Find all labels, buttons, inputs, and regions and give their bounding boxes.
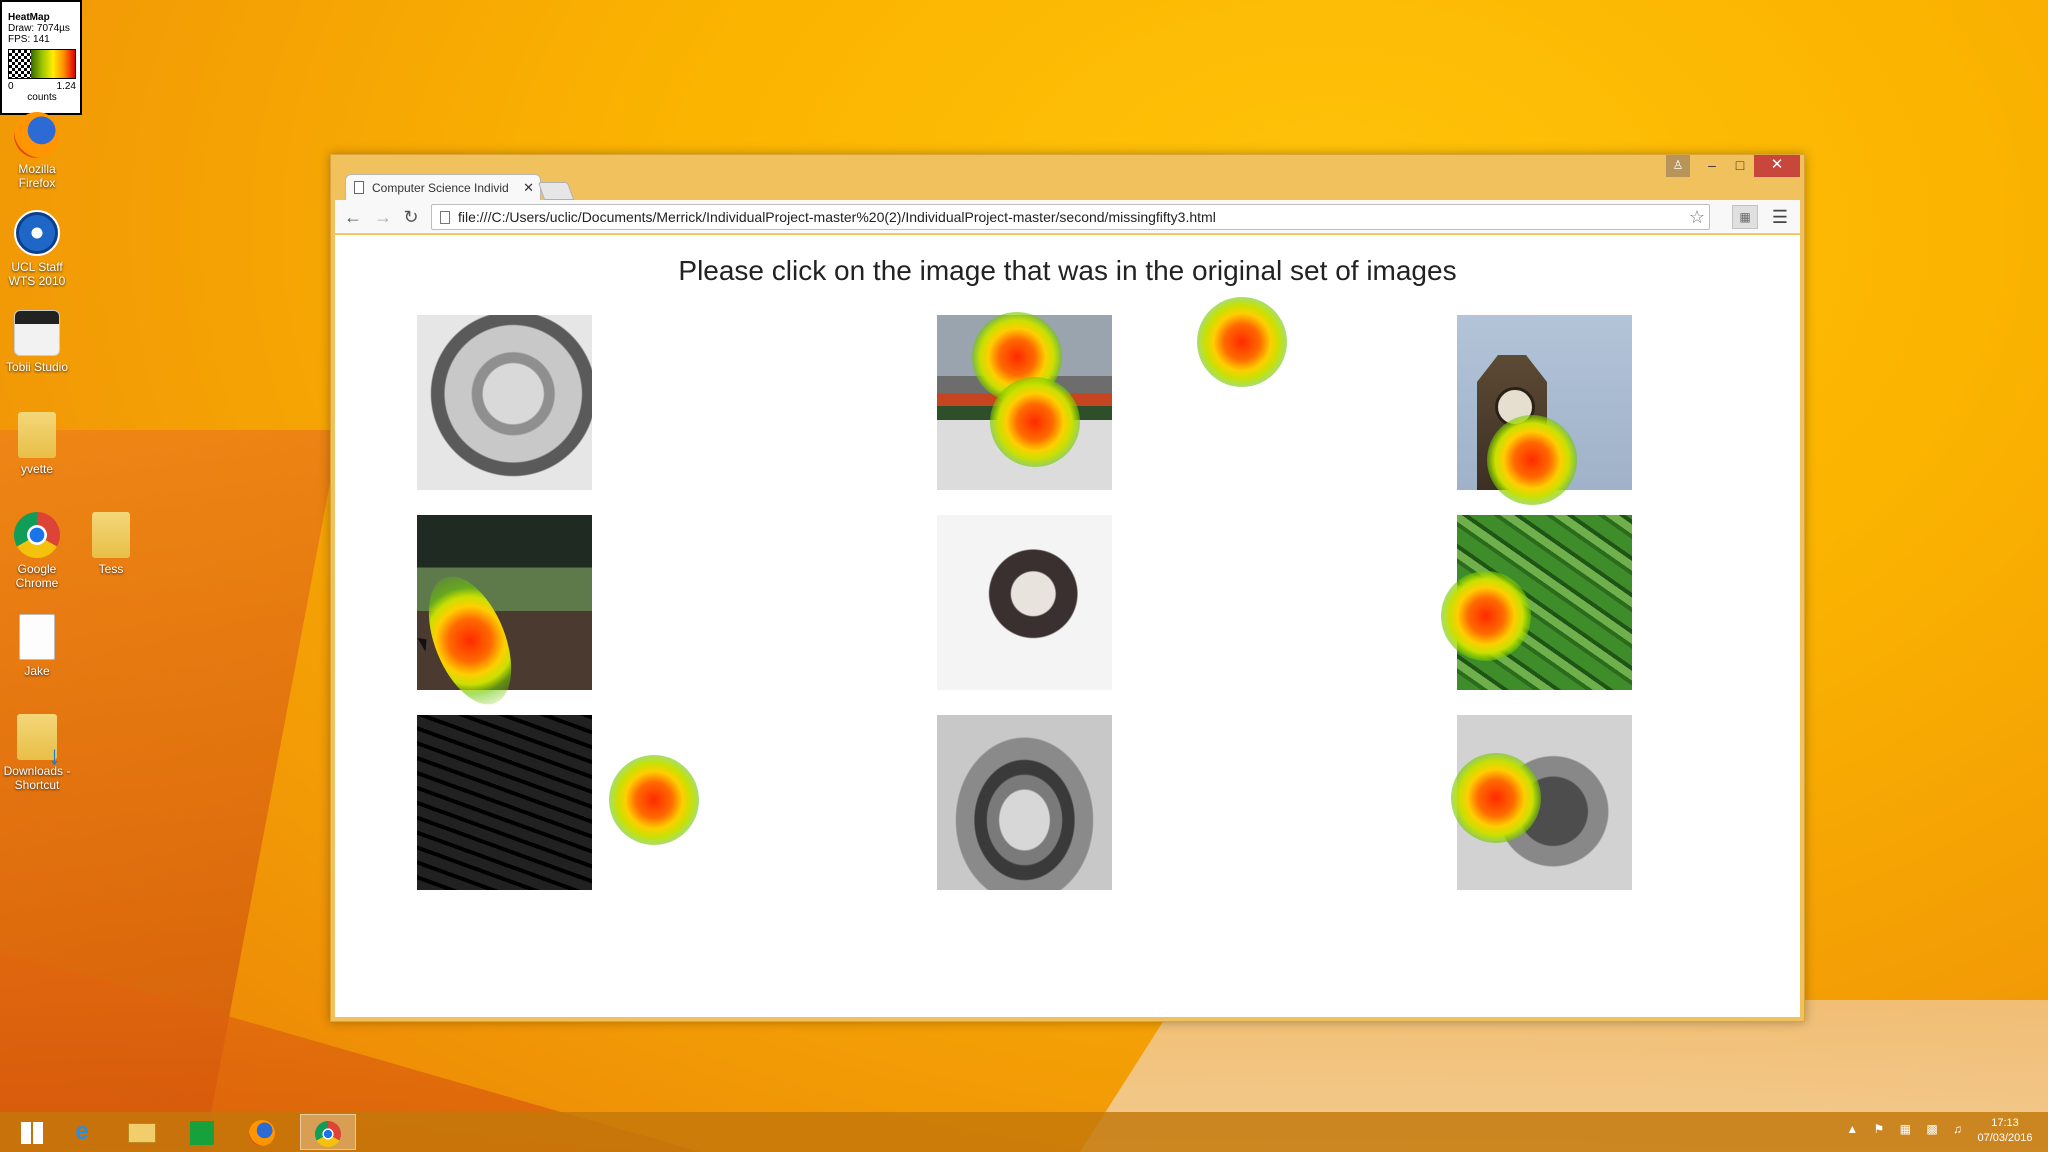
desktop-icon-label: Tess	[98, 562, 124, 576]
page-icon	[440, 211, 450, 224]
menu-icon[interactable]: ☰	[1768, 205, 1792, 229]
desktop-icon-label: Google Chrome	[15, 562, 59, 590]
page-heading: Please click on the image that was in th…	[678, 255, 1457, 286]
heatmap-draw-time: Draw: 7074µs	[8, 23, 70, 34]
heatmap-max: 1.24	[56, 81, 76, 92]
desktop-icon-jake[interactable]: Jake	[0, 614, 74, 678]
firefox-icon	[249, 1119, 275, 1146]
taskbar-internet-explorer[interactable]: e	[54, 1114, 110, 1150]
minimize-button[interactable]: –	[1698, 155, 1726, 177]
heatmap-gradient	[31, 50, 75, 78]
heatmap-fixation	[1197, 297, 1287, 387]
heatmap-legend: HeatMap Draw: 7074µs FPS: 141 0 1.24 cou…	[0, 0, 82, 115]
desktop-icon-yvette[interactable]: yvette	[0, 412, 74, 476]
tab-title: Computer Science Individ	[372, 181, 509, 195]
user-profile-icon[interactable]: ♙	[1666, 155, 1690, 177]
heatmap-fixation	[609, 755, 699, 845]
taskbar-clock[interactable]: 17:13 07/03/2016	[1970, 1116, 2040, 1146]
close-button[interactable]: ✕	[1754, 155, 1800, 177]
chrome-icon	[315, 1120, 341, 1147]
extension-icon[interactable]: ▦	[1732, 205, 1758, 229]
address-bar[interactable]: file:///C:/Users/uclic/Documents/Merrick…	[431, 204, 1710, 230]
taskbar-firefox[interactable]	[234, 1114, 290, 1150]
image-option-food[interactable]	[937, 715, 1112, 890]
back-icon[interactable]: ←	[341, 205, 365, 229]
maximize-button[interactable]: □	[1726, 155, 1754, 177]
desktop-icon-label: Jake	[24, 664, 50, 678]
desktop-icon-label: yvette	[20, 462, 53, 476]
taskbar-file-explorer[interactable]	[114, 1114, 170, 1150]
internet-explorer-icon: e	[75, 1118, 89, 1145]
reload-icon[interactable]: ↻	[399, 205, 423, 229]
heatmap-fps: FPS: 141	[8, 34, 50, 45]
start-icon	[21, 1121, 43, 1144]
heatmap-fixation	[1451, 753, 1541, 843]
desktop-icon-label: Mozilla Firefox	[18, 162, 56, 190]
clock-time: 17:13	[1991, 1117, 2019, 1129]
taskbar-store[interactable]	[174, 1114, 230, 1150]
heatmap-fixation	[1441, 571, 1531, 661]
window-controls: ♙ – □ ✕	[1666, 155, 1800, 177]
heatmap-min: 0	[8, 81, 14, 92]
document-icon	[19, 614, 55, 660]
taskbar: e ▲ ⚑ ▦ ▩ ♫ 17:13 07/03/2016	[0, 1112, 2048, 1152]
desktop-icon-tess[interactable]: Tess	[74, 512, 148, 576]
taskbar-chrome[interactable]	[300, 1114, 356, 1150]
firefox-icon	[14, 112, 60, 158]
url-text: file:///C:/Users/uclic/Documents/Merrick…	[458, 209, 1216, 225]
image-option-keyboard[interactable]	[417, 715, 592, 890]
folder-icon	[92, 512, 130, 558]
desktop-icon-chrome[interactable]: Google Chrome	[0, 512, 74, 590]
heatmap-fixation	[1487, 415, 1577, 505]
image-option-baby[interactable]	[417, 315, 592, 490]
desktop-icon-firefox[interactable]: Mozilla Firefox	[0, 112, 74, 190]
heatmap-unit: counts	[27, 92, 57, 103]
desktop-icon-downloads[interactable]: Downloads - Shortcut	[0, 714, 74, 792]
tab-close-icon[interactable]: ✕	[523, 175, 534, 201]
clock-date: 07/03/2016	[1977, 1132, 2033, 1144]
heatmap-fixation	[990, 377, 1080, 467]
start-button[interactable]	[4, 1114, 60, 1150]
desktop-icon-tobii[interactable]: Tobii Studio	[0, 310, 74, 374]
tab-active[interactable]: Computer Science Individ ✕	[345, 174, 541, 201]
browser-window: ♙ – □ ✕ Computer Science Individ ✕ ← → ↻…	[330, 154, 1805, 1022]
heatmap-title: HeatMap	[8, 12, 50, 23]
page-icon	[354, 181, 364, 194]
image-option-woman[interactable]	[937, 515, 1112, 690]
browser-toolbar: ← → ↻ file:///C:/Users/uclic/Documents/M…	[335, 200, 1800, 234]
bookmark-star-icon[interactable]: ☆	[1689, 205, 1705, 229]
forward-icon[interactable]: →	[371, 205, 395, 229]
desktop-icon-ucl-staff[interactable]: UCL Staff WTS 2010	[0, 210, 74, 288]
folder-icon	[18, 412, 56, 458]
desktop-icon-label: Tobii Studio	[5, 360, 69, 374]
heatmap-color-scale	[8, 49, 76, 79]
file-explorer-icon	[128, 1122, 156, 1143]
ucl-staff-icon	[14, 210, 60, 256]
heatmap-range: 0 1.24	[8, 81, 76, 92]
downloads-shortcut-icon	[17, 714, 61, 762]
new-tab-button[interactable]	[537, 182, 575, 200]
system-tray[interactable]: ▲ ⚑ ▦ ▩ ♫	[1846, 1122, 1968, 1136]
page-viewport: Please click on the image that was in th…	[335, 235, 1800, 1017]
desktop-icon-label: UCL Staff WTS 2010	[8, 260, 66, 288]
transparency-swatch	[9, 50, 31, 78]
tobii-studio-icon	[14, 310, 60, 356]
chrome-icon	[14, 512, 60, 558]
store-icon	[190, 1120, 214, 1145]
